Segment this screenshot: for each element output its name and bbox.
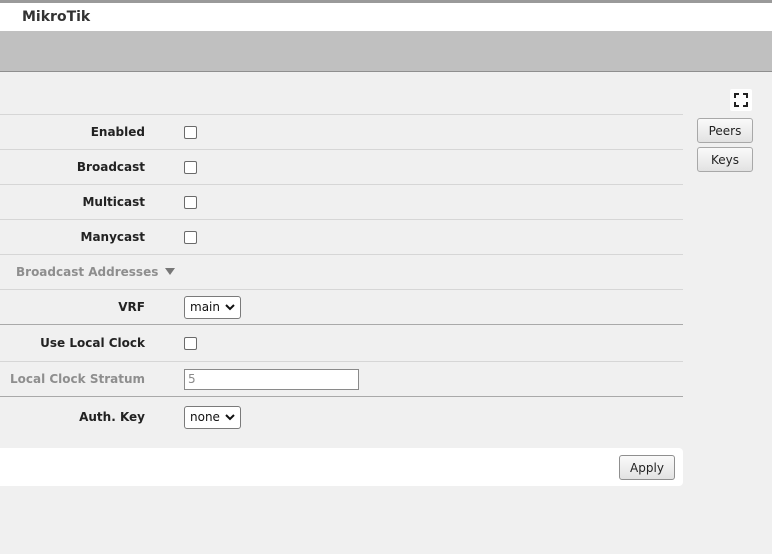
form-footer: Apply bbox=[0, 448, 683, 486]
peers-button[interactable]: Peers bbox=[697, 118, 753, 143]
vrf-control: main bbox=[184, 290, 241, 324]
enabled-checkbox[interactable] bbox=[184, 125, 197, 139]
local-clock-stratum-input[interactable]: 5 bbox=[184, 368, 359, 390]
enabled-label: Enabled bbox=[90, 125, 145, 139]
vrf-label: VRF bbox=[118, 300, 145, 314]
brand-logo: MikroTik bbox=[22, 9, 91, 25]
form-row-enabled: Enabled bbox=[0, 114, 683, 149]
vrf-select-value: main bbox=[190, 300, 220, 314]
form-row-broadcast: Broadcast bbox=[0, 149, 683, 184]
form-row-multicast: Multicast bbox=[0, 184, 683, 219]
multicast-label: Multicast bbox=[82, 195, 145, 209]
fullscreen-icon bbox=[734, 93, 748, 107]
manycast-checkbox[interactable] bbox=[184, 230, 197, 244]
vrf-select[interactable]: main bbox=[184, 295, 241, 319]
chevron-down-icon bbox=[225, 303, 235, 310]
use-local-clock-checkbox[interactable] bbox=[184, 336, 197, 350]
keys-button[interactable]: Keys bbox=[697, 147, 753, 172]
apply-button[interactable]: Apply bbox=[619, 455, 675, 480]
local-clock-stratum-label: Local Clock Stratum bbox=[9, 372, 145, 386]
chevron-down-icon bbox=[225, 413, 235, 420]
triangle-down-icon bbox=[165, 268, 175, 275]
broadcast-checkbox[interactable] bbox=[184, 160, 197, 174]
local-clock-stratum-control: 5 bbox=[184, 362, 359, 396]
use-local-clock-control bbox=[184, 325, 197, 361]
auth-key-select[interactable]: none bbox=[184, 405, 241, 429]
broadcast-addresses-section-toggle[interactable]: Broadcast Addresses bbox=[0, 254, 683, 289]
toolbar bbox=[0, 31, 772, 72]
auth-key-label: Auth. Key bbox=[79, 410, 145, 424]
form-row-vrf: VRF main bbox=[0, 289, 683, 324]
auth-key-control: none bbox=[184, 397, 241, 437]
manycast-control bbox=[184, 220, 197, 254]
form-row-manycast: Manycast bbox=[0, 219, 683, 254]
broadcast-label: Broadcast bbox=[76, 160, 145, 174]
broadcast-addresses-label: Broadcast Addresses bbox=[16, 265, 159, 279]
use-local-clock-label: Use Local Clock bbox=[40, 336, 145, 350]
form-row-local-clock-stratum: Local Clock Stratum 5 bbox=[0, 361, 683, 396]
multicast-checkbox[interactable] bbox=[184, 195, 197, 209]
form-row-use-local-clock: Use Local Clock bbox=[0, 324, 683, 361]
app-header: MikroTik bbox=[0, 3, 772, 31]
broadcast-control bbox=[184, 150, 197, 184]
fullscreen-button[interactable] bbox=[730, 89, 752, 111]
auth-key-select-value: none bbox=[190, 410, 220, 424]
enabled-control bbox=[184, 115, 197, 149]
manycast-label: Manycast bbox=[80, 230, 146, 244]
multicast-control bbox=[184, 185, 197, 219]
form-row-auth-key: Auth. Key none bbox=[0, 396, 683, 437]
